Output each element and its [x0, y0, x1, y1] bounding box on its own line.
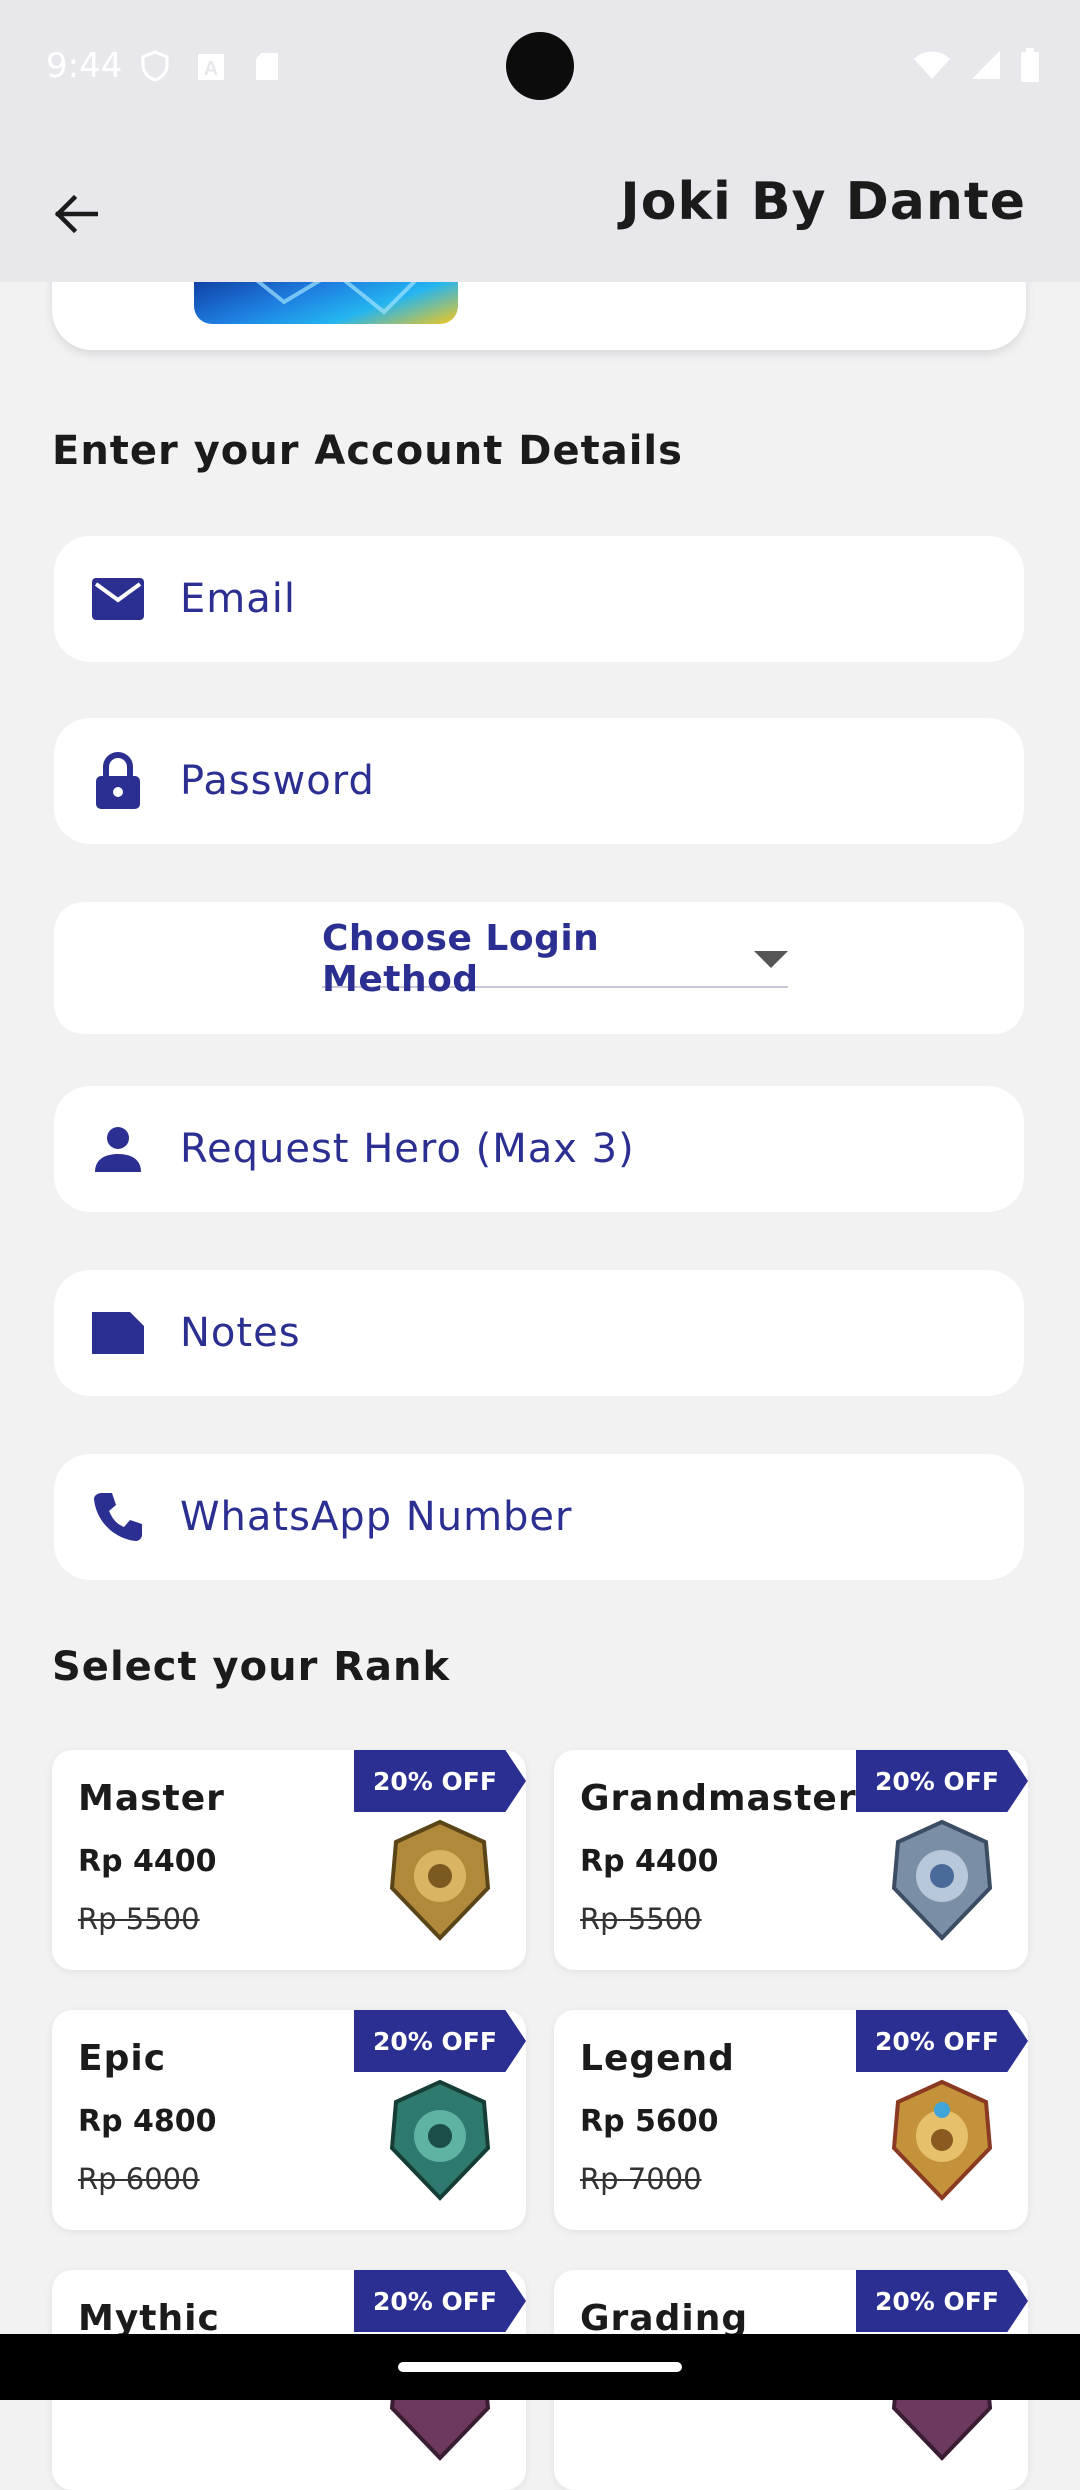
back-button[interactable] [40, 184, 110, 244]
note-icon [88, 1303, 148, 1363]
home-gesture-handle[interactable] [398, 2362, 682, 2372]
lock-icon [88, 751, 148, 811]
person-icon [88, 1119, 148, 1179]
rank-name: Grandmaster [580, 1778, 857, 1819]
system-nav-bar [0, 2334, 1080, 2400]
discount-badge: 20% OFF [856, 2270, 1028, 2332]
password-field[interactable]: Password [54, 718, 1024, 844]
whatsapp-placeholder: WhatsApp Number [180, 1494, 573, 1540]
password-placeholder: Password [180, 758, 375, 804]
request-hero-placeholder: Request Hero (Max 3) [180, 1126, 635, 1172]
app-bar: Joki By Dante [0, 136, 1080, 282]
notes-field[interactable]: Notes [54, 1270, 1024, 1396]
status-icons-right [912, 48, 1040, 86]
grandmaster-emblem-icon [891, 1819, 993, 1941]
front-camera [506, 32, 574, 100]
rank-price: Rp 5600 [580, 2104, 719, 2139]
discount-badge: 20% OFF [354, 2010, 526, 2072]
login-method-field: Choose Login Method [54, 902, 1024, 1034]
master-emblem-icon [389, 1819, 491, 1941]
svg-text:A: A [204, 58, 218, 80]
discount-badge: 20% OFF [856, 1750, 1028, 1812]
font-icon: A [196, 50, 226, 82]
rank-price: Rp 4400 [78, 1844, 217, 1879]
rank-old-price: Rp 5500 [78, 1902, 200, 1936]
status-time: 9:44 [46, 46, 123, 86]
sd-card-icon [252, 50, 282, 82]
app-title: Joki By Dante [620, 172, 1026, 232]
rank-price: Rp 4800 [78, 2104, 217, 2139]
rank-card-grandmaster[interactable]: Grandmaster Rp 4400 Rp 5500 20% OFF [554, 1750, 1028, 1970]
rank-old-price: Rp 7000 [580, 2162, 702, 2196]
phone-icon [88, 1487, 148, 1547]
rank-section-title: Select your Rank [52, 1644, 451, 1690]
rank-card-legend[interactable]: Legend Rp 5600 Rp 7000 20% OFF [554, 2010, 1028, 2230]
request-hero-field[interactable]: Request Hero (Max 3) [54, 1086, 1024, 1212]
rank-old-price: Rp 5500 [580, 1902, 702, 1936]
wifi-icon [912, 49, 952, 85]
rank-name: Epic [78, 2038, 167, 2079]
whatsapp-number-field[interactable]: WhatsApp Number [54, 1454, 1024, 1580]
status-icons-left: A [140, 50, 282, 82]
epic-emblem-icon [389, 2079, 491, 2201]
discount-badge: 20% OFF [354, 2270, 526, 2332]
rank-name: Legend [580, 2038, 735, 2079]
mail-icon [88, 569, 148, 629]
legend-emblem-icon [891, 2079, 993, 2201]
rank-name: Mythic [78, 2298, 220, 2339]
shield-icon [140, 50, 170, 82]
rank-price: Rp 4400 [580, 1844, 719, 1879]
discount-badge: 20% OFF [354, 1750, 526, 1812]
login-method-dropdown[interactable]: Choose Login Method [322, 918, 788, 1000]
notes-placeholder: Notes [180, 1310, 301, 1356]
signal-icon [970, 49, 1002, 85]
login-method-label: Choose Login Method [322, 918, 600, 1000]
discount-badge: 20% OFF [856, 2010, 1028, 2072]
rank-name: Master [78, 1778, 225, 1819]
rank-card-epic[interactable]: Epic Rp 4800 Rp 6000 20% OFF [52, 2010, 526, 2230]
rank-old-price: Rp 6000 [78, 2162, 200, 2196]
rank-name: Grading [580, 2298, 749, 2339]
email-field[interactable]: Email [54, 536, 1024, 662]
caret-down-icon [754, 950, 788, 968]
email-placeholder: Email [180, 576, 296, 622]
account-section-title: Enter your Account Details [52, 428, 683, 474]
rank-card-master[interactable]: Master Rp 4400 Rp 5500 20% OFF [52, 1750, 526, 1970]
status-bar: 9:44 A [0, 0, 1080, 136]
battery-icon [1020, 48, 1040, 86]
arrow-left-icon [54, 194, 98, 234]
